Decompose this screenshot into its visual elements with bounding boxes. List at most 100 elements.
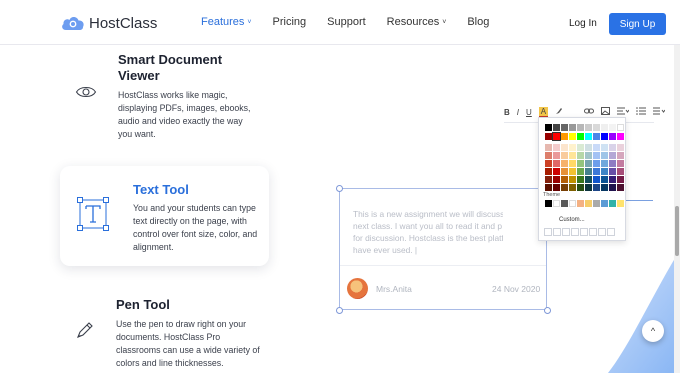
color-swatch[interactable]	[593, 176, 600, 183]
editor-text-area[interactable]: This is a new assignment we will discuss…	[353, 208, 503, 256]
color-swatch[interactable]	[601, 176, 608, 183]
color-swatch[interactable]	[585, 176, 592, 183]
color-swatch[interactable]	[577, 152, 584, 159]
color-swatch[interactable]	[617, 184, 624, 191]
color-swatch[interactable]	[601, 200, 608, 207]
color-swatch[interactable]	[609, 176, 616, 183]
custom-slot[interactable]	[544, 228, 552, 236]
color-swatch[interactable]	[609, 160, 616, 167]
color-swatch[interactable]	[569, 168, 576, 175]
color-swatch[interactable]	[561, 133, 568, 140]
more-icon[interactable]	[653, 107, 666, 117]
color-swatch[interactable]	[601, 144, 608, 151]
color-swatch[interactable]	[593, 124, 600, 131]
color-swatch[interactable]	[569, 124, 576, 131]
nav-resources[interactable]: Resources ˅	[387, 16, 447, 28]
color-swatch[interactable]	[609, 144, 616, 151]
custom-slot[interactable]	[580, 228, 588, 236]
color-swatch[interactable]	[593, 168, 600, 175]
image-icon[interactable]	[601, 107, 611, 117]
color-swatch[interactable]	[617, 160, 624, 167]
color-swatch[interactable]	[545, 168, 552, 175]
bold-button[interactable]: B	[504, 108, 510, 117]
resize-handle[interactable]	[336, 185, 343, 192]
link-icon[interactable]	[584, 107, 595, 117]
color-swatch[interactable]	[577, 184, 584, 191]
color-swatch[interactable]	[545, 200, 552, 207]
color-swatch[interactable]	[585, 200, 592, 207]
color-swatch[interactable]	[617, 176, 624, 183]
color-swatch[interactable]	[601, 168, 608, 175]
color-swatch[interactable]	[609, 168, 616, 175]
color-swatch[interactable]	[561, 152, 568, 159]
color-swatch[interactable]	[577, 133, 584, 140]
color-swatch[interactable]	[585, 144, 592, 151]
color-swatch[interactable]	[601, 184, 608, 191]
color-swatch[interactable]	[577, 144, 584, 151]
color-swatch[interactable]	[609, 133, 616, 140]
color-swatch[interactable]	[569, 176, 576, 183]
align-icon[interactable]	[617, 107, 630, 117]
color-swatch[interactable]	[569, 133, 576, 140]
color-swatch[interactable]	[569, 200, 576, 207]
color-swatch[interactable]	[577, 176, 584, 183]
signup-button[interactable]: Sign Up	[609, 13, 666, 35]
color-swatch[interactable]	[553, 184, 560, 191]
color-swatch[interactable]	[553, 168, 560, 175]
color-swatch[interactable]	[577, 160, 584, 167]
color-swatch[interactable]	[561, 200, 568, 207]
color-swatch[interactable]	[609, 124, 616, 131]
color-swatch[interactable]	[593, 152, 600, 159]
color-swatch[interactable]	[593, 133, 600, 140]
color-swatch[interactable]	[577, 124, 584, 131]
color-swatch[interactable]	[577, 200, 584, 207]
color-swatch[interactable]	[545, 176, 552, 183]
resize-handle[interactable]	[544, 307, 551, 314]
custom-slot[interactable]	[571, 228, 579, 236]
color-swatch[interactable]	[617, 168, 624, 175]
color-swatch[interactable]	[585, 160, 592, 167]
color-swatch[interactable]	[561, 176, 568, 183]
color-swatch[interactable]	[553, 144, 560, 151]
logo[interactable]: HostClass	[60, 12, 157, 34]
color-swatch[interactable]	[561, 184, 568, 191]
color-swatch[interactable]	[617, 200, 624, 207]
color-swatch[interactable]	[601, 124, 608, 131]
scroll-to-top-button[interactable]: ^	[642, 320, 664, 342]
color-swatch[interactable]	[569, 144, 576, 151]
color-swatch[interactable]	[553, 160, 560, 167]
color-swatch[interactable]	[617, 124, 624, 131]
color-swatch[interactable]	[545, 144, 552, 151]
color-swatch[interactable]	[561, 160, 568, 167]
color-swatch[interactable]	[609, 152, 616, 159]
highlight-icon[interactable]	[555, 107, 563, 117]
custom-slot[interactable]	[607, 228, 615, 236]
nav-pricing[interactable]: Pricing	[273, 16, 307, 28]
color-swatch[interactable]	[569, 152, 576, 159]
color-swatch[interactable]	[545, 160, 552, 167]
nav-support[interactable]: Support	[327, 16, 366, 28]
color-swatch[interactable]	[593, 144, 600, 151]
color-swatch[interactable]	[585, 152, 592, 159]
color-swatch[interactable]	[553, 152, 560, 159]
color-swatch[interactable]	[609, 184, 616, 191]
color-swatch[interactable]	[569, 184, 576, 191]
color-swatch[interactable]	[617, 152, 624, 159]
nav-features[interactable]: Features ˅	[201, 16, 252, 28]
color-swatch[interactable]	[545, 133, 552, 140]
color-swatch[interactable]	[561, 124, 568, 131]
color-swatch[interactable]	[553, 200, 560, 207]
text-color-button[interactable]: A	[538, 106, 549, 118]
custom-color-link[interactable]: Custom...	[559, 217, 585, 223]
italic-button[interactable]: I	[517, 108, 519, 117]
color-swatch[interactable]	[545, 152, 552, 159]
custom-slot[interactable]	[589, 228, 597, 236]
color-swatch[interactable]	[545, 184, 552, 191]
list-icon[interactable]	[636, 107, 647, 117]
custom-slot[interactable]	[598, 228, 606, 236]
scrollbar-thumb[interactable]	[675, 206, 679, 256]
custom-slot[interactable]	[553, 228, 561, 236]
color-swatch[interactable]	[545, 124, 552, 131]
color-swatch[interactable]	[601, 133, 608, 140]
color-swatch[interactable]	[553, 124, 560, 131]
